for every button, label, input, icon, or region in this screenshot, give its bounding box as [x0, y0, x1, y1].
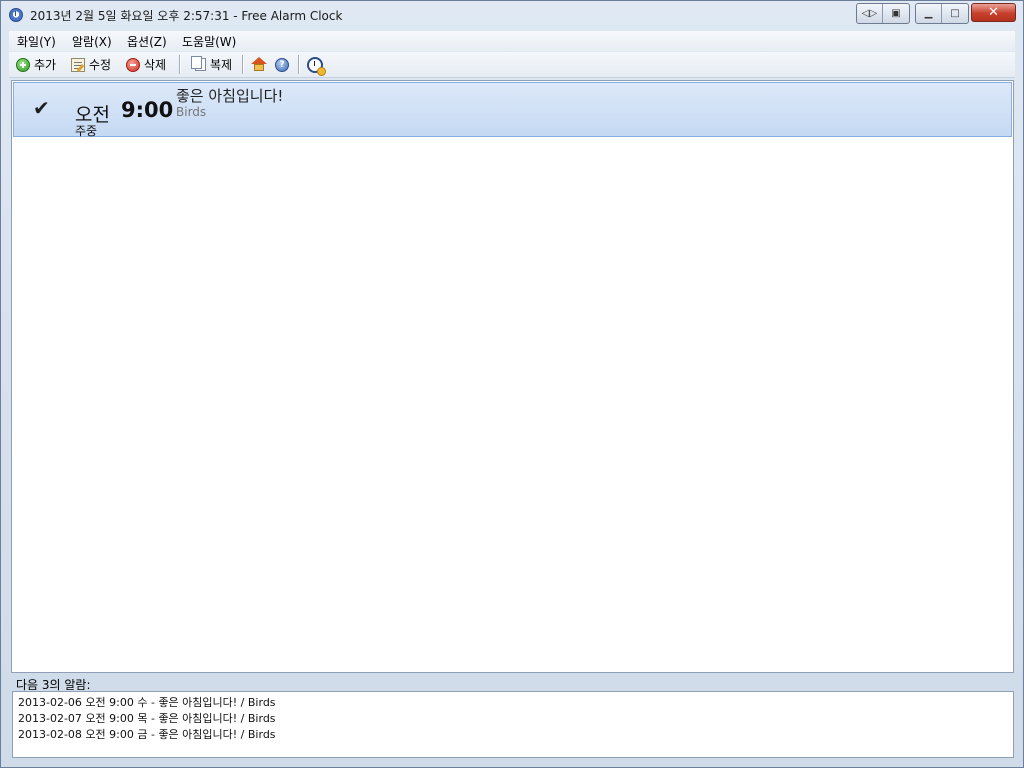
menu-help[interactable]: 도움말(W) [182, 33, 236, 50]
edit-button[interactable]: 수정 [71, 56, 111, 73]
menu-options[interactable]: 옵션(Z) [127, 33, 167, 50]
clone-button[interactable]: 복제 [190, 56, 232, 73]
home-button[interactable] [251, 56, 271, 73]
toolbar-separator [298, 55, 299, 74]
delete-label: 삭제 [144, 58, 167, 72]
list-item: 2013-02-06 오전 9:00 수 - 좋은 아침입니다! / Birds [18, 696, 276, 709]
alarm-sound: Birds [176, 105, 207, 119]
add-label: 추가 [34, 58, 57, 72]
home-icon [251, 57, 267, 72]
toolbar: 추가 수정 삭제 복제 ? [9, 52, 1015, 78]
alarm-clock-icon [307, 56, 326, 76]
menu-alarm[interactable]: 알람(X) [72, 33, 112, 50]
close-button[interactable]: ✕ [971, 3, 1016, 22]
maximize-icon[interactable]: □ [942, 4, 968, 23]
extra-buttons-group: ◁▷ ▣ [856, 3, 910, 24]
help-button[interactable]: ? [275, 56, 293, 73]
clipboard-icon[interactable]: ▣ [883, 4, 909, 23]
list-item: 2013-02-07 오전 9:00 목 - 좋은 아침입니다! / Birds [18, 712, 276, 725]
checkmark-icon[interactable]: ✔ [33, 98, 53, 118]
help-icon: ? [275, 57, 289, 72]
window-title: 2013년 2월 5일 화요일 오후 2:57:31 - Free Alarm … [30, 9, 343, 23]
list-item: 2013-02-08 오전 9:00 금 - 좋은 아침입니다! / Birds [18, 728, 276, 741]
alarm-time: 9:00 [121, 98, 174, 122]
alarm-list[interactable]: ✔ 오전 9:00 주중 좋은 아침입니다! Birds [11, 80, 1014, 673]
toolbar-separator [179, 55, 180, 74]
menu-bar: 화일(Y) 알람(X) 옵션(Z) 도움말(W) [9, 31, 1015, 51]
title-bar: 2013년 2월 5일 화요일 오후 2:57:31 - Free Alarm … [1, 1, 1023, 29]
back-forward-icon[interactable]: ◁▷ [857, 4, 883, 23]
menu-file[interactable]: 화일(Y) [17, 33, 56, 50]
add-icon [16, 57, 30, 72]
minimize-icon[interactable]: ▁ [916, 4, 942, 23]
copy-icon [191, 56, 206, 71]
clone-label: 복제 [210, 58, 233, 72]
edit-icon [71, 57, 85, 72]
clock-icon[interactable] [9, 8, 23, 22]
delete-icon [126, 57, 140, 72]
delete-button[interactable]: 삭제 [126, 56, 166, 73]
alarm-row[interactable]: ✔ 오전 9:00 주중 좋은 아침입니다! Birds [13, 82, 1012, 138]
alarm-message: 좋은 아침입니다! [176, 87, 284, 105]
edit-label: 수정 [89, 58, 112, 72]
upcoming-list: 2013-02-06 오전 9:00 수 - 좋은 아침입니다! / Birds… [12, 691, 1014, 758]
alarm-clock-button[interactable] [307, 56, 327, 76]
alarm-days: 주중 [75, 124, 98, 138]
app-window: 2013년 2월 5일 화요일 오후 2:57:31 - Free Alarm … [0, 0, 1024, 768]
add-button[interactable]: 추가 [16, 56, 56, 73]
window-controls-group: ▁ □ [915, 3, 969, 24]
toolbar-separator [242, 55, 243, 74]
